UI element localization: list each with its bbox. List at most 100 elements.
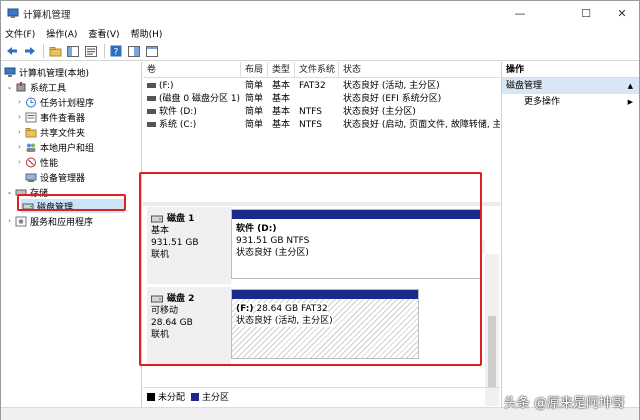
tree-shared-folders[interactable]: › 共享文件夹 xyxy=(15,125,85,139)
users-icon xyxy=(26,143,36,152)
tree-event-viewer[interactable]: › 事件查看器 xyxy=(15,110,85,124)
column-type[interactable]: 类型 xyxy=(268,62,295,78)
folder-up-icon xyxy=(49,46,61,56)
submenu-arrow-icon: ▶ xyxy=(627,98,633,106)
chevron-right-icon[interactable]: › xyxy=(15,98,24,106)
unallocated-swatch xyxy=(147,392,155,401)
computer-management-icon xyxy=(7,8,19,18)
clock-icon xyxy=(26,97,36,107)
volume-name: 系统 (C:) xyxy=(159,120,197,130)
menu-file[interactable]: 文件(F) xyxy=(5,27,35,40)
more-actions-label: 更多操作 xyxy=(524,97,561,107)
row-status: 状态良好 (活动, 主分区) xyxy=(343,81,440,91)
menu-bar: 文件(F) 操作(A) 查看(V) 帮助(H) xyxy=(1,25,639,42)
row-layout: 简单 xyxy=(245,94,264,104)
column-layout[interactable]: 布局 xyxy=(241,62,268,78)
shared-folder-icon xyxy=(25,127,37,137)
legend: 未分配 主分区 xyxy=(143,387,500,405)
tree-label: 服务和应用程序 xyxy=(30,217,94,228)
tree-label: 任务计划程序 xyxy=(40,98,95,109)
row-status: 状态良好 (EFI 系统分区) xyxy=(343,94,442,104)
table-row[interactable]: (F:) 简单 基本 FAT32 状态良好 (活动, 主分区) xyxy=(143,80,500,93)
primary-swatch xyxy=(191,392,200,401)
actions-section-disk-management[interactable]: 磁盘管理 ▲ xyxy=(502,78,639,94)
chevron-right-icon[interactable]: › xyxy=(15,143,24,151)
tree-performance[interactable]: › 性能 xyxy=(15,155,58,169)
disk-management-pane: 卷 布局 类型 文件系统 状态 (F:) 简单 基本 FAT32 状态良好 (活… xyxy=(139,62,500,407)
vertical-scrollbar[interactable] xyxy=(485,254,499,406)
table-row[interactable]: (磁盘 0 磁盘分区 1) 简单 基本 状态良好 (EFI 系统分区) xyxy=(143,93,500,106)
row-volume: 软件 (D:) xyxy=(143,106,241,119)
computer-management-window: 计算机管理 — ☐ ✕ 文件(F) 操作(A) 查看(V) 帮助(H) ? 计算… xyxy=(0,0,640,420)
chevron-right-icon[interactable]: › xyxy=(5,217,14,225)
tree-label: 系统工具 xyxy=(30,83,67,94)
tree-local-users[interactable]: › 本地用户和组 xyxy=(15,140,94,154)
row-layout: 简单 xyxy=(245,81,264,91)
tree-label: 设备管理器 xyxy=(40,173,86,184)
volume-name: 软件 (D:) xyxy=(159,107,197,117)
tree-services-apps[interactable]: › 服务和应用程序 xyxy=(5,214,93,228)
chevron-right-icon[interactable]: › xyxy=(15,158,24,166)
tree-label: 共享文件夹 xyxy=(40,128,86,139)
row-fs xyxy=(295,93,339,106)
chevron-down-icon[interactable]: ⌄ xyxy=(5,83,14,91)
services-icon xyxy=(15,216,27,226)
maximize-button[interactable]: ☐ xyxy=(569,1,603,25)
row-type: 基本 xyxy=(272,94,291,104)
tree-label: 事件查看器 xyxy=(40,113,86,124)
console-tree: 计算机管理(本地) ⌄ 系统工具 › 任务计划程序 › 事件查看器 › 共享文件… xyxy=(1,62,142,407)
scrollbar-thumb[interactable] xyxy=(488,316,496,388)
table-row[interactable]: 软件 (D:) 简单 基本 NTFS 状态良好 (主分区) xyxy=(143,106,500,119)
toolbar: ? xyxy=(1,42,639,61)
menu-action[interactable]: 操作(A) xyxy=(46,27,77,40)
volume-icon xyxy=(147,83,156,88)
tools-icon xyxy=(16,81,26,91)
back-button[interactable] xyxy=(4,43,20,59)
help-button[interactable]: ? xyxy=(108,43,124,59)
title-bar: 计算机管理 — ☐ ✕ xyxy=(1,1,639,25)
tree-root[interactable]: 计算机管理(本地) xyxy=(3,65,89,79)
row-type: 基本 xyxy=(272,120,291,130)
row-fs: NTFS xyxy=(299,107,322,117)
properties-button[interactable] xyxy=(83,43,99,59)
minimize-button[interactable]: — xyxy=(503,1,537,25)
collapse-arrow-icon[interactable]: ▲ xyxy=(628,78,633,94)
column-volume[interactable]: 卷 xyxy=(143,62,241,78)
tree-system-tools[interactable]: ⌄ 系统工具 xyxy=(5,80,66,94)
chevron-right-icon[interactable]: › xyxy=(15,113,24,121)
close-button[interactable]: ✕ xyxy=(605,1,639,25)
console-button[interactable] xyxy=(144,43,160,59)
view-button[interactable] xyxy=(126,43,142,59)
up-folder-button[interactable] xyxy=(47,43,63,59)
volume-icon xyxy=(147,122,156,127)
volume-table-header: 卷 布局 类型 文件系统 状态 xyxy=(143,62,500,78)
legend-unallocated: 未分配 xyxy=(158,393,186,403)
toolbar-separator xyxy=(43,44,44,58)
more-actions-item[interactable]: 更多操作 ▶ xyxy=(502,94,639,110)
tree-device-manager[interactable]: 设备管理器 xyxy=(24,170,85,184)
window-title: 计算机管理 xyxy=(23,10,71,21)
view-pane-icon xyxy=(128,45,140,57)
forward-button[interactable] xyxy=(22,43,38,59)
menu-view[interactable]: 查看(V) xyxy=(88,27,119,40)
row-volume: (磁盘 0 磁盘分区 1) xyxy=(143,93,241,106)
row-volume: (F:) xyxy=(143,80,241,93)
column-filesystem[interactable]: 文件系统 xyxy=(295,62,339,78)
chevron-down-icon[interactable]: ⌄ xyxy=(5,188,14,196)
show-hide-tree-button[interactable] xyxy=(65,43,81,59)
row-type: 基本 xyxy=(272,81,291,91)
properties-icon xyxy=(85,45,97,57)
column-status[interactable]: 状态 xyxy=(339,62,500,78)
volume-icon xyxy=(147,96,156,101)
row-layout: 简单 xyxy=(245,120,264,130)
performance-icon xyxy=(26,157,36,167)
table-row[interactable]: 系统 (C:) 简单 基本 NTFS 状态良好 (启动, 页面文件, 故障转储,… xyxy=(143,119,500,132)
chevron-right-icon[interactable]: › xyxy=(15,128,24,136)
computer-icon xyxy=(4,67,16,77)
menu-help[interactable]: 帮助(H) xyxy=(131,27,163,40)
console-tree-icon xyxy=(67,45,79,57)
tree-label: 本地用户和组 xyxy=(40,143,95,154)
row-layout: 简单 xyxy=(245,107,264,117)
tree-task-scheduler[interactable]: › 任务计划程序 xyxy=(15,95,94,109)
help-icon: ? xyxy=(110,45,122,57)
